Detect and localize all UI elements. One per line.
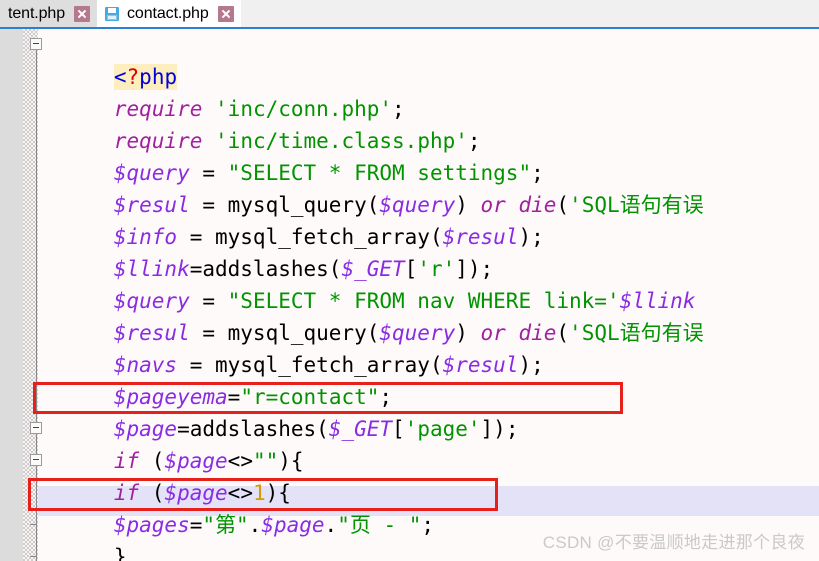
code-line: $query = "SELECT * FROM nav WHERE link='… [113, 289, 696, 313]
tab-label: tent.php [8, 4, 66, 22]
code-line: require 'inc/conn.php'; [113, 97, 405, 121]
fold-branch-tick [30, 524, 37, 525]
close-icon[interactable] [74, 5, 91, 22]
code-line-annotated: $page=addslashes($_GET['page']); [113, 417, 519, 441]
code-line: $resul = mysql_query($query) or die('SQL… [113, 321, 704, 345]
tab-tent-php[interactable]: tent.php [0, 0, 98, 27]
code-line: $info = mysql_fetch_array($resul); [113, 225, 544, 249]
save-floppy-icon [105, 6, 120, 21]
code-line: $llink=addslashes($_GET['r']); [113, 257, 494, 281]
csdn-watermark: CSDN @不要温顺地走进那个良夜 [542, 533, 805, 552]
code-editor-surface[interactable]: <?php require 'inc/conn.php'; require 'i… [0, 29, 819, 561]
code-line: if ($page<>1){ [113, 481, 291, 505]
code-line-annotated: $pages="第".$page."页 - "; [113, 513, 435, 537]
tab-label: contact.php [127, 4, 209, 22]
editor-left-margin [0, 29, 23, 561]
code-line: $pageyema="r=contact"; [113, 385, 393, 409]
close-icon[interactable] [217, 5, 234, 22]
code-editor-window: tent.php contact.php <?php require 'inc/… [0, 0, 819, 561]
tab-bar-empty-space [240, 0, 819, 27]
tab-contact-php[interactable]: contact.php [97, 0, 241, 27]
code-line: <?php [38, 29, 819, 90]
fold-branch-tick [30, 556, 37, 557]
code-line: $resul = mysql_query($query) or die('SQL… [113, 193, 704, 217]
fold-guide-line [36, 43, 37, 561]
code-line: $query = "SELECT * FROM settings"; [113, 161, 544, 185]
code-line: $navs = mysql_fetch_array($resul); [113, 353, 544, 377]
editor-tab-bar: tent.php contact.php [0, 0, 819, 27]
code-line: if ($page<>""){ [113, 449, 304, 473]
code-line: require 'inc/time.class.php'; [113, 129, 481, 153]
